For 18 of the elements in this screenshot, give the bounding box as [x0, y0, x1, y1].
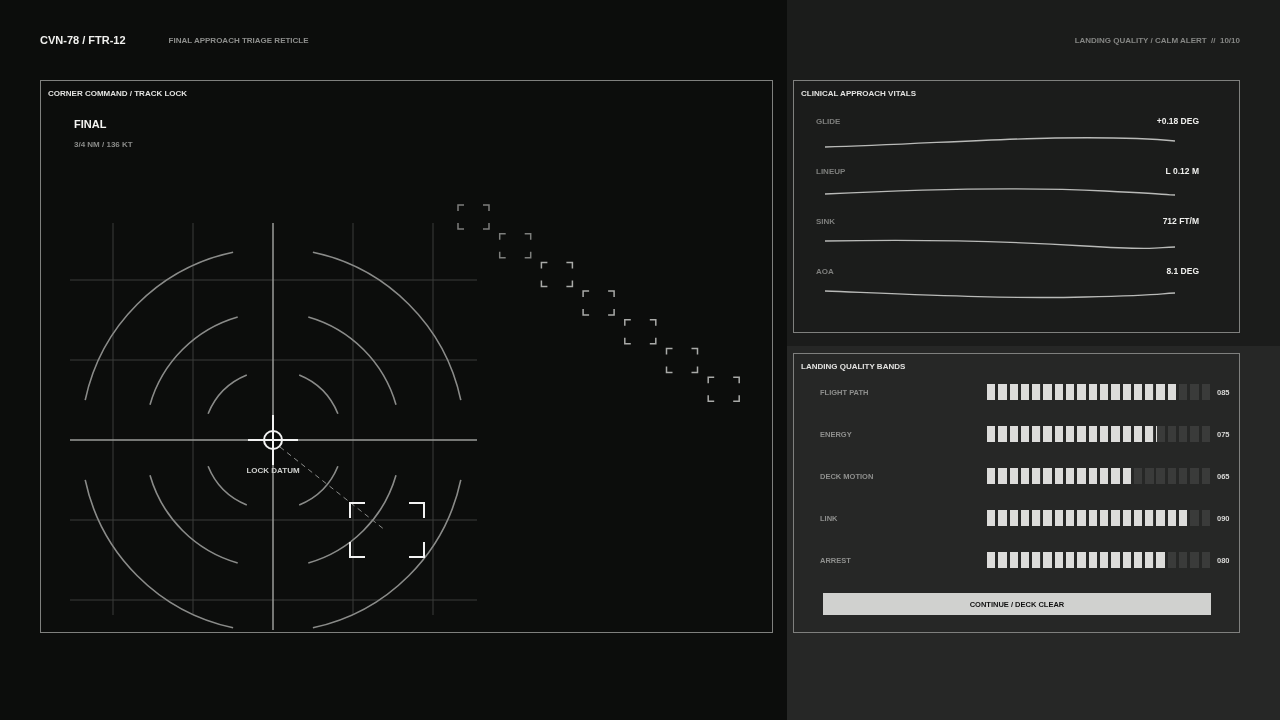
range-speed-readout: 3/4 NM / 136 KT [74, 140, 133, 149]
vital-label: AOA [816, 266, 834, 276]
vital-label: SINK [816, 216, 836, 226]
vital-value: L 0.12 M [1165, 166, 1199, 176]
panel-title: CLINICAL APPROACH VITALS [800, 88, 916, 98]
status-text: LANDING QUALITY / CALM ALERT // 10/10 [1073, 35, 1241, 47]
callsign-title: CVN-78 / FTR-12 [40, 34, 126, 46]
screen-subtitle: FINAL APPROACH TRIAGE RETICLE [168, 35, 309, 45]
vital-label: GLIDE [816, 116, 841, 126]
vital-value: 8.1 DEG [1166, 266, 1199, 276]
vital-value: +0.18 DEG [1156, 116, 1199, 126]
vital-value: 712 FT/M [1162, 216, 1199, 226]
crosshair-icon [246, 413, 299, 466]
vital-label: LINEUP [816, 166, 846, 176]
panel-title: CORNER COMMAND / TRACK LOCK [47, 88, 188, 98]
phase-label: FINAL [74, 118, 107, 130]
panel-title: LANDING QUALITY BANDS [800, 361, 906, 371]
lock-datum-label: LOCK DATUM [245, 465, 300, 475]
